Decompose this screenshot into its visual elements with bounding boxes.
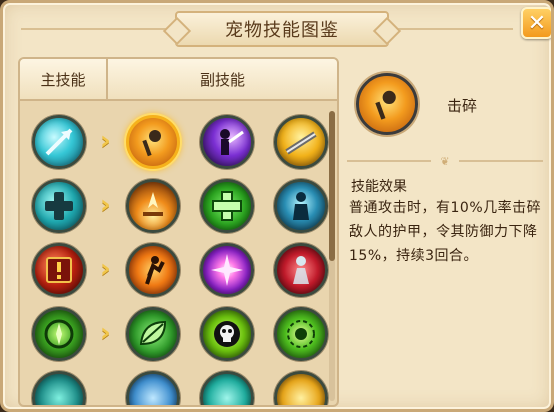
warning-book-icon[interactable] [32,243,86,297]
skill-name: 击碎 [447,97,478,115]
compass-ring-icon[interactable] [32,307,86,361]
title-ornament-right [393,28,513,30]
chevron-right-icon: › [100,190,111,220]
ornament-icon: ❦ [431,155,459,168]
divider: ❦ [347,155,543,168]
skill-row: › [28,111,328,175]
chevron-right-icon: › [100,126,111,156]
teal-orb-icon[interactable] [200,371,254,405]
skill-row: › [28,175,328,239]
fire-dancer-icon[interactable] [126,243,180,297]
skill-list-panel: 主技能 副技能 › › › › [18,57,339,407]
tab-main-skill[interactable]: 主技能 [20,59,108,99]
skill-row [28,367,328,405]
effect-description: 普通攻击时，有10%几率击碎敌人的护甲，令其防御力下降15%，持续3回合。 [349,200,542,264]
shadow-strike-icon[interactable] [200,115,254,169]
close-button[interactable]: ✕ [521,7,551,39]
title-plaque: 宠物技能图鉴 [175,11,389,47]
green-cross-icon[interactable] [200,179,254,233]
burst-flame-icon[interactable] [126,179,180,233]
tab-row: 主技能 副技能 [20,59,337,101]
spear-thrust-icon[interactable] [32,115,86,169]
golden-slash-icon[interactable] [274,115,328,169]
chevron-right-icon: › [100,254,111,284]
sun-orb-icon[interactable] [274,371,328,405]
teal-ring-icon[interactable] [32,371,86,405]
smash-icon [356,73,418,135]
skill-row: › [28,239,328,303]
aura-figure-icon[interactable] [274,179,328,233]
window-title: 宠物技能图鉴 [225,20,339,41]
blue-orb-icon[interactable] [126,371,180,405]
skill-row: › [28,303,328,367]
smash-icon[interactable] [126,115,180,169]
leaf-icon[interactable] [126,307,180,361]
title-ornament-left [21,28,171,30]
skill-list-scrollbar[interactable] [329,111,335,401]
tab-sub-skill[interactable]: 副技能 [108,59,337,99]
chevron-right-icon: › [100,318,111,348]
pet-skill-codex-window: 宠物技能图鉴 ✕ 主技能 副技能 › › › › 击碎 ❦ 技能效果 普通攻击时… [0,0,554,412]
skill-grid: › › › › [20,105,328,405]
green-vortex-icon[interactable] [274,307,328,361]
scroll-thumb[interactable] [329,111,335,261]
effect-title: 技能效果 [351,179,407,195]
crimson-spirit-icon[interactable] [274,243,328,297]
heal-cross-icon[interactable] [32,179,86,233]
skull-icon[interactable] [200,307,254,361]
close-icon: ✕ [527,10,547,36]
purple-burst-icon[interactable] [200,243,254,297]
